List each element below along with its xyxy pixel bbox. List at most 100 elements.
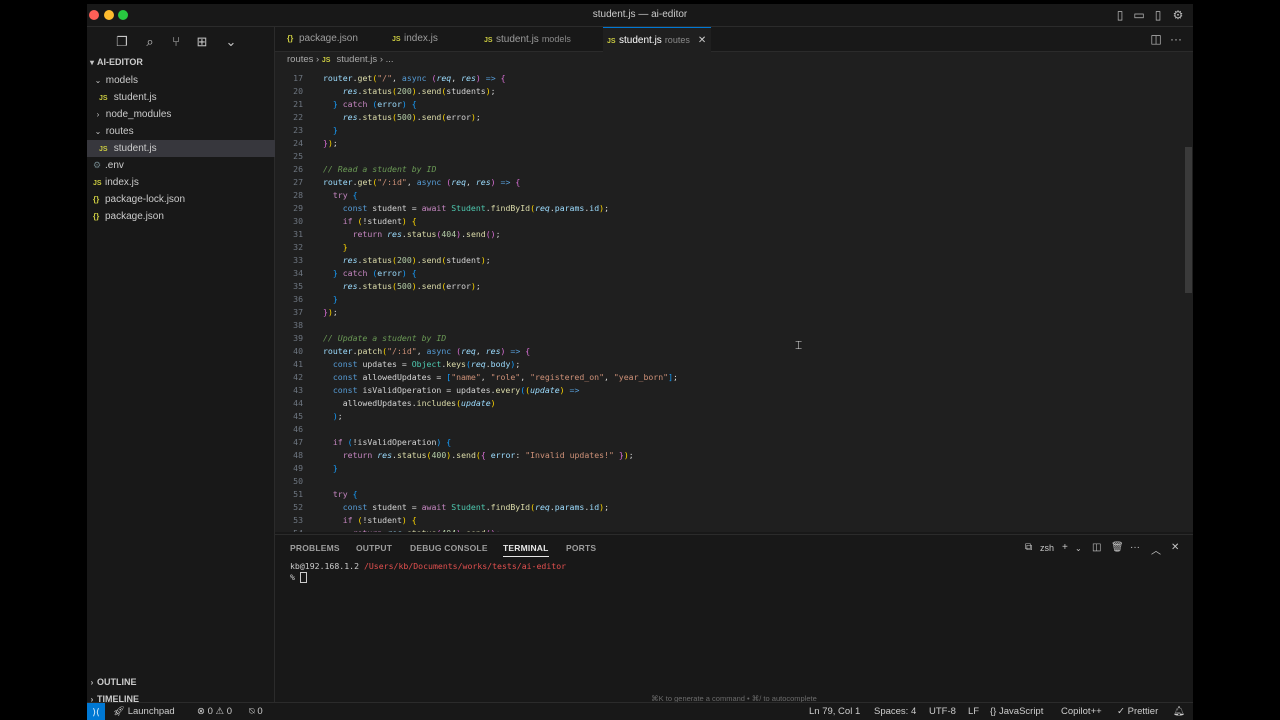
maximize-panel-icon[interactable]: ︿ (1151, 542, 1161, 557)
line-number: 53 (293, 515, 303, 525)
tree-file-index-js[interactable]: JS index.js (87, 174, 280, 191)
code-line: 42 const allowedUpdates = ["name", "role… (275, 371, 1193, 384)
javascript-file-icon: JS (484, 37, 493, 44)
chevron-right-icon: › (90, 678, 94, 687)
explorer-root-folder[interactable]: ▾ AI-EDITOR (87, 57, 274, 73)
line-number: 17 (293, 73, 303, 83)
tab-index-js[interactable]: JS index.js (388, 27, 478, 51)
cursor-position[interactable]: Ln 79, Col 1 (809, 703, 860, 720)
prompt-path: /Users/kb/Documents/works/tests/ai-edito… (363, 561, 567, 571)
tab-label: student.js (496, 34, 539, 45)
close-panel-icon[interactable]: ✕ (1171, 542, 1179, 553)
code-line: 29 const student = await Student.findByI… (275, 202, 1193, 215)
tree-file-package-lock-json[interactable]: {} package-lock.json (87, 191, 280, 208)
breadcrumb-symbol[interactable]: ... (386, 54, 394, 65)
tree-file-models-student-js[interactable]: JS student.js (87, 89, 286, 106)
line-number: 32 (293, 242, 303, 252)
line-number: 29 (293, 203, 303, 213)
remote-indicator-icon[interactable]: ⟩⟨ (87, 703, 105, 720)
trash-icon[interactable]: 🗑 (1111, 542, 1124, 553)
chevron-down-icon[interactable]: ⌄ (1075, 544, 1082, 553)
line-number: 28 (293, 190, 303, 200)
tree-file-package-json[interactable]: {} package.json (87, 208, 280, 225)
tab-debug-console[interactable]: DEBUG CONSOLE (410, 543, 488, 553)
line-number: 27 (293, 177, 303, 187)
tab-ports[interactable]: PORTS (566, 543, 596, 553)
source-control-icon[interactable]: ⑂ (168, 34, 184, 50)
code-line: 23 } (275, 124, 1193, 137)
new-terminal-icon[interactable]: + (1062, 542, 1068, 553)
tab-student-js-models[interactable]: JS student.js models (480, 27, 596, 51)
code-line: 32 } (275, 241, 1193, 254)
breadcrumb-file[interactable]: student.js (337, 54, 378, 65)
tab-label: package.json (299, 33, 358, 44)
settings-gear-icon[interactable]: ⚙ (1171, 8, 1185, 22)
ports-item[interactable]: ⍉ 0 (249, 703, 263, 720)
explorer-files-icon[interactable]: ❐ (114, 34, 130, 50)
copilot-item[interactable]: Copilot++ (1061, 703, 1102, 720)
code-line: 53 if (!student) { (275, 514, 1193, 527)
more-actions-icon[interactable]: ··· (1169, 32, 1183, 46)
code-line: 50 (275, 475, 1193, 488)
line-number: 47 (293, 437, 303, 447)
breadcrumb: routes › JS student.js › ... (275, 52, 1193, 68)
window-title: student.js — ai-editor (592, 9, 688, 20)
code-line: 28 try { (275, 189, 1193, 202)
encoding[interactable]: UTF-8 (929, 703, 956, 720)
code-line: 36 } (275, 293, 1193, 306)
line-number: 42 (293, 372, 303, 382)
tab-terminal[interactable]: TERMINAL (503, 543, 549, 557)
chevron-down-icon[interactable]: ⌄ (223, 34, 239, 50)
outline-section[interactable]: › OUTLINE (87, 674, 274, 691)
editor-scrollbar[interactable] (1183, 68, 1193, 532)
gear-file-icon: ⚙ (93, 160, 102, 170)
code-editor[interactable]: 17 router.get("/", async (req, res) => { … (275, 68, 1193, 532)
error-icon: ⊗ (197, 706, 205, 717)
indentation[interactable]: Spaces: 4 (874, 703, 916, 720)
tree-file-routes-student-js[interactable]: JS student.js (87, 140, 286, 157)
prettier-label: Prettier (1127, 706, 1159, 717)
close-tab-icon[interactable]: ✕ (698, 35, 706, 46)
toggle-secondary-sidebar-icon[interactable]: ▯ (1151, 8, 1165, 22)
tab-problems[interactable]: PROBLEMS (290, 543, 340, 553)
tab-output[interactable]: OUTPUT (356, 543, 392, 553)
problems-item[interactable]: ⊗ 0 ⚠ 0 (197, 703, 232, 720)
notifications-bell-icon[interactable]: 🔔︎ (1173, 703, 1185, 720)
tab-package-json[interactable]: {} package.json (283, 27, 385, 51)
search-icon[interactable]: ⌕ (142, 34, 158, 50)
line-number: 54 (275, 527, 303, 532)
split-terminal-icon[interactable]: ◫ (1092, 542, 1101, 553)
line-number: 23 (293, 125, 303, 135)
javascript-file-icon: JS (607, 38, 616, 45)
check-icon: ✓ (1117, 706, 1125, 717)
line-number: 30 (293, 216, 303, 226)
line-number: 48 (293, 450, 303, 460)
tree-folder-models[interactable]: ⌄ models (87, 72, 280, 89)
tree-folder-routes[interactable]: ⌄ routes (87, 123, 280, 140)
tree-file-env[interactable]: ⚙ .env (87, 157, 280, 174)
prettier-item[interactable]: ✓ Prettier (1117, 703, 1158, 720)
toggle-primary-sidebar-icon[interactable]: ▯ (1113, 8, 1127, 22)
terminal-shell-label[interactable]: zsh (1040, 543, 1054, 553)
line-number: 22 (293, 112, 303, 122)
json-file-icon: {} (287, 34, 294, 43)
line-number: 49 (293, 463, 303, 473)
extensions-icon[interactable]: ⊞ (194, 34, 210, 50)
terminal-output[interactable]: kb@192.168.1.2 /Users/kb/Documents/works… (290, 561, 566, 583)
language-label: JavaScript (999, 706, 1044, 717)
toggle-panel-icon[interactable]: ▭ (1132, 8, 1146, 22)
launchpad-item[interactable]: 🚀︎ Launchpad (113, 703, 175, 720)
code-line: 22 res.status(500).send(error); (275, 111, 1193, 124)
line-ending[interactable]: LF (968, 703, 979, 720)
outline-label: OUTLINE (97, 677, 137, 687)
tree-folder-node-modules[interactable]: › node_modules (87, 106, 280, 123)
line-number: 25 (293, 151, 303, 161)
language-mode[interactable]: {} JavaScript (990, 703, 1043, 720)
breadcrumb-folder[interactable]: routes (287, 54, 313, 65)
code-line: 54 return res.status(404).send(); (275, 527, 1193, 532)
tab-student-js-routes[interactable]: JS student.js routes ✕ (603, 27, 711, 52)
split-editor-icon[interactable]: ◫ (1149, 32, 1163, 46)
more-actions-icon[interactable]: ··· (1130, 542, 1140, 553)
scrollbar-thumb[interactable] (1185, 147, 1192, 293)
chevron-down-icon: ▾ (89, 58, 94, 67)
